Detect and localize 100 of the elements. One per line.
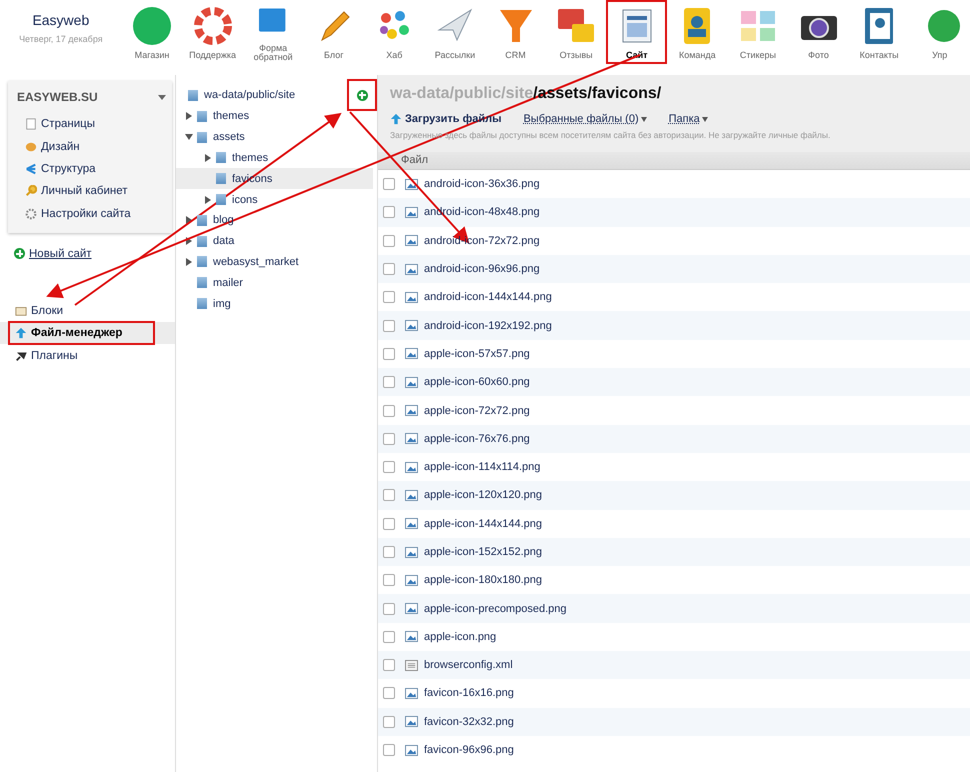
image-file-icon [405,688,418,699]
site-menu-item[interactable]: Настройки сайта [8,202,172,225]
folder-item[interactable]: blog [197,214,234,226]
file-link[interactable]: apple-icon.png [424,630,496,643]
row-checkbox[interactable] [383,630,395,643]
add-folder-button[interactable] [347,79,377,111]
app-launcher[interactable]: Рассылки [424,0,486,64]
caret-icon[interactable] [158,94,166,100]
row-checkbox[interactable] [383,178,395,190]
notice-text: Загруженные здесь файлы доступны всем посетителям сайта без авторизации. Не загружайте личные файлы. [390,130,832,140]
new-site-link[interactable]: Новый сайт [14,248,92,260]
row-checkbox[interactable] [383,546,395,558]
expander-icon[interactable] [204,196,212,204]
file-link[interactable]: android-icon-144x144.png [424,291,552,304]
file-link[interactable]: favicon-32x32.png [424,716,514,728]
site-menu-item[interactable]: Страницы [8,113,172,136]
row-checkbox[interactable] [383,602,395,615]
row-checkbox[interactable] [383,348,395,360]
page-icon [25,118,37,130]
row-checkbox[interactable] [383,716,395,728]
folder-item[interactable]: themes [197,110,250,122]
site-name[interactable]: EASYWEB.SU [17,90,98,104]
folder-item[interactable]: webasyst_market [197,256,299,268]
app-launcher[interactable]: Поддержка [182,0,243,64]
file-link[interactable]: favicon-16x16.png [424,687,514,700]
file-link[interactable]: apple-icon-114x114.png [424,461,540,474]
section-item[interactable]: Блоки [8,298,155,323]
folder-item[interactable]: icons [216,194,258,206]
file-link[interactable]: apple-icon-72x72.png [424,404,530,417]
file-link[interactable]: favicon-96x96.png [424,744,514,756]
app-launcher[interactable]: Отзывы [546,0,606,64]
expander-icon[interactable] [185,237,193,246]
image-file-icon [405,348,418,360]
site-menu-item[interactable]: Дизайн [8,135,172,158]
row-checkbox[interactable] [383,376,395,388]
file-link[interactable]: apple-icon-60x60.png [424,376,530,388]
file-link[interactable]: apple-icon-76x76.png [424,432,530,445]
app-launcher[interactable]: Хаб [364,0,425,64]
folder-dropdown[interactable]: Папка [668,113,708,125]
row-checkbox[interactable] [383,432,395,445]
app-launcher[interactable]: Магазин [122,0,182,64]
app-launcher[interactable]: Стикеры [728,0,788,64]
site-menu-item[interactable]: Структура [8,158,172,180]
file-link[interactable]: apple-icon-152x152.png [424,546,542,558]
section-item[interactable]: Плагины [8,344,155,368]
file-link[interactable]: apple-icon-120x120.png [424,489,542,502]
expander-icon[interactable] [185,133,193,142]
image-file-icon [405,546,418,558]
row-checkbox[interactable] [383,744,395,756]
app-launcher[interactable]: Упр [909,0,970,64]
folder-item[interactable]: assets [197,131,245,144]
row-checkbox[interactable] [383,489,395,502]
blocks-icon [15,304,27,317]
image-file-icon [405,462,418,473]
file-link[interactable]: android-icon-192x192.png [424,320,552,332]
app-launcher[interactable]: Форма обратной [242,0,304,64]
row-checkbox[interactable] [383,263,395,276]
app-launcher[interactable]: Команда [667,0,728,64]
row-checkbox[interactable] [383,518,395,530]
expander-icon[interactable] [185,216,193,224]
row-checkbox[interactable] [383,687,395,700]
file-link[interactable]: apple-icon-57x57.png [424,348,530,360]
file-link[interactable]: apple-icon-144x144.png [424,518,542,530]
image-file-icon [405,292,418,303]
selected-files-dropdown[interactable]: Выбранные файлы (0) [523,113,647,125]
file-link[interactable]: apple-icon-180x180.png [424,574,542,586]
folder-item[interactable]: mailer [197,276,243,289]
app-launcher[interactable]: Фото [788,0,849,64]
app-launcher[interactable]: Блог [303,0,364,64]
row-checkbox[interactable] [383,206,395,218]
app-launcher[interactable]: CRM [485,0,546,64]
date-label: Четверг, 17 декабря [19,34,103,44]
file-link[interactable]: apple-icon-precomposed.png [424,602,566,615]
plug-icon [15,350,27,362]
image-file-icon [405,376,418,388]
file-link[interactable]: browserconfig.xml [424,659,513,672]
structure-icon [25,162,37,175]
expander-icon[interactable] [185,112,193,120]
image-file-icon [405,744,418,756]
folder-item[interactable]: data [197,235,234,248]
folder-item[interactable]: img [197,298,231,310]
expander-icon[interactable] [204,154,212,162]
row-checkbox[interactable] [383,320,395,332]
section-item[interactable]: Файл-менеджер [8,321,155,346]
row-checkbox[interactable] [383,574,395,586]
row-checkbox[interactable] [383,404,395,417]
app-launcher[interactable]: Контакты [848,0,910,64]
image-file-icon [405,433,418,444]
file-link[interactable]: android-icon-36x36.png [424,178,540,190]
row-checkbox[interactable] [383,461,395,474]
row-checkbox[interactable] [383,234,395,247]
site-menu-item[interactable]: Личный кабинет [8,180,172,203]
row-checkbox[interactable] [383,291,395,304]
expander-icon[interactable] [185,258,193,266]
folder-item[interactable]: themes [216,152,268,164]
lifebuoy-icon [192,6,233,46]
file-link[interactable]: android-icon-96x96.png [424,263,540,276]
row-checkbox[interactable] [383,659,395,672]
folder-item[interactable]: wa-data/public/site [188,89,296,101]
upload-arrow-icon [15,327,27,340]
